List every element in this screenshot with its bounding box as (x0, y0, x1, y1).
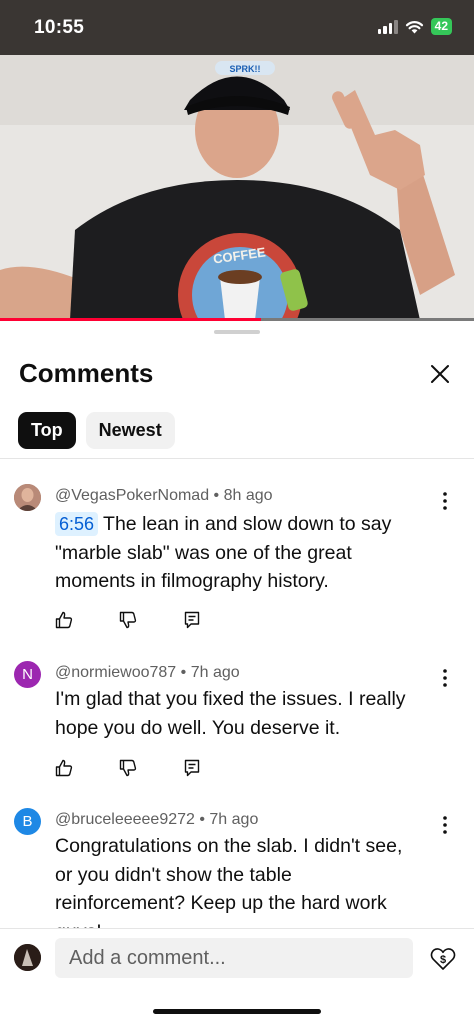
add-comment-input[interactable] (55, 938, 413, 978)
comment-time: 7h ago (190, 664, 240, 681)
comment-time: 8h ago (223, 487, 273, 504)
meta-separator: • (176, 664, 191, 681)
comment-meta: @normiewoo787 • 7h ago (55, 664, 240, 682)
divider (0, 458, 474, 459)
video-frame: SPRK!! COFFEE (0, 55, 474, 320)
more-options-icon[interactable] (436, 814, 454, 836)
status-time: 10:55 (34, 17, 85, 38)
super-thanks-icon[interactable]: $ (430, 946, 456, 972)
comment-time: 7h ago (209, 811, 259, 828)
signal-icon (377, 19, 398, 34)
chip-top[interactable]: Top (18, 412, 76, 449)
comment-actions (55, 611, 247, 629)
comment-author[interactable]: @bruceleeeee9272 (55, 811, 195, 828)
avatar[interactable]: N (14, 661, 41, 688)
comments-sheet: Comments Top Newest @VegasPokerNomad • 8… (0, 321, 474, 1024)
comments-title: Comments (19, 358, 154, 388)
status-bar: 10:55 42 (0, 0, 474, 55)
dislike-icon[interactable] (119, 759, 137, 777)
more-options-icon[interactable] (436, 490, 454, 512)
wifi-icon (405, 20, 423, 33)
comment-meta: @bruceleeeee9272 • 7h ago (55, 811, 258, 829)
chip-newest[interactable]: Newest (85, 412, 175, 449)
avatar-photo (14, 484, 41, 511)
avatar (14, 944, 41, 971)
home-indicator (153, 1009, 321, 1014)
comment-author[interactable]: @VegasPokerNomad (55, 487, 209, 504)
comment-body: The lean in and slow down to say "marble… (55, 513, 392, 592)
meta-separator: • (209, 487, 224, 504)
dislike-icon[interactable] (119, 611, 137, 629)
svg-text:$: $ (440, 954, 446, 966)
comment-text: I'm glad that you fixed the issues. I re… (55, 685, 425, 742)
avatar[interactable]: B (14, 808, 41, 835)
hat-text: SPRK!! (230, 64, 261, 74)
like-icon[interactable] (55, 759, 73, 777)
comment-body: I'm glad that you fixed the issues. I re… (55, 688, 406, 739)
close-icon[interactable] (426, 360, 454, 388)
status-icons: 42 (377, 18, 452, 35)
self-avatar-photo (14, 944, 41, 971)
comment-meta: @VegasPokerNomad • 8h ago (55, 487, 273, 505)
comment-filter-chips: Top Newest (18, 412, 175, 449)
comment-text: 6:56 The lean in and slow down to say "ma… (55, 510, 425, 596)
avatar[interactable] (14, 484, 41, 511)
comment-body: Congratulations on the slab. I didn't se… (55, 835, 403, 943)
video-player[interactable]: SPRK!! COFFEE (0, 55, 474, 320)
reply-icon[interactable] (183, 759, 201, 777)
like-icon[interactable] (55, 611, 73, 629)
drag-handle[interactable] (214, 330, 260, 334)
add-comment-bar: $ (0, 928, 474, 1024)
battery-icon: 42 (430, 18, 452, 35)
meta-separator: • (194, 811, 210, 828)
reply-icon[interactable] (183, 611, 201, 629)
comment-author[interactable]: @normiewoo787 (55, 664, 176, 681)
timestamp-link[interactable]: 6:56 (55, 512, 99, 536)
comment-actions (55, 759, 247, 777)
more-options-icon[interactable] (436, 667, 454, 689)
